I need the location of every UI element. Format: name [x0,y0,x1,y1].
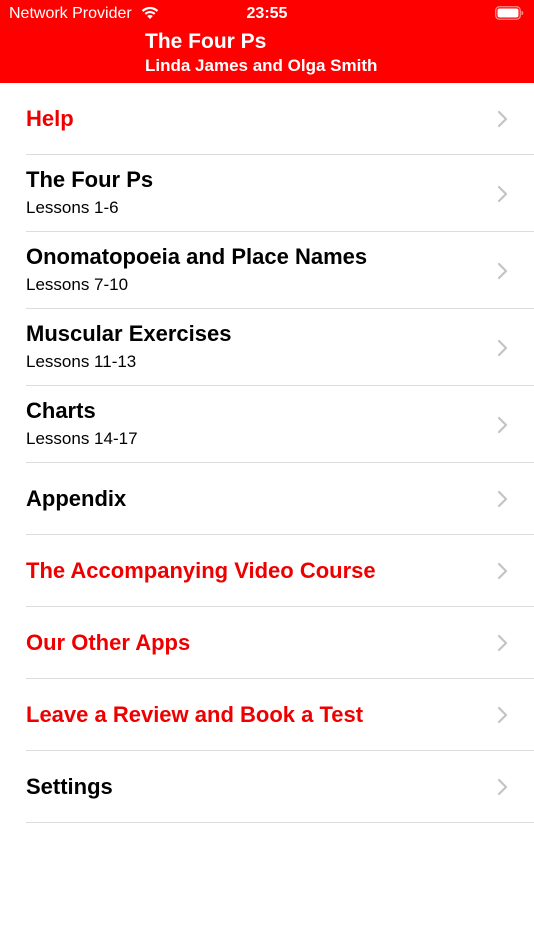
menu-item-subtitle: Lessons 7-10 [26,275,129,294]
menu-item-title: Our Other Apps [26,630,191,655]
menu-item-onomatopoeia[interactable]: Onomatopoeia and Place Names Lessons 7-1… [0,232,534,309]
chevron-right-icon [497,416,508,434]
menu-item-settings[interactable]: Settings [0,751,534,823]
chevron-right-icon [497,339,508,357]
clock: 23:55 [246,5,288,22]
chevron-right-icon [497,185,508,203]
menu-item-review-test[interactable]: Leave a Review and Book a Test [0,679,534,751]
menu-list: Help The Four Ps Lessons 1-6 Onomatopoei… [0,83,534,823]
chevron-right-icon [497,562,508,580]
navigation-header: Network Provider 23:55 The Four Ps Linda… [0,0,534,83]
menu-item-title: Help [26,106,74,131]
menu-item-help[interactable]: Help [0,83,534,155]
menu-item-the-four-ps[interactable]: The Four Ps Lessons 1-6 [0,155,534,232]
page-title: The Four Ps [145,30,267,53]
menu-item-title: Onomatopoeia and Place Names [26,244,368,269]
menu-item-title: The Four Ps [26,167,154,192]
menu-item-other-apps[interactable]: Our Other Apps [0,607,534,679]
chevron-right-icon [497,706,508,724]
menu-item-muscular-exercises[interactable]: Muscular Exercises Lessons 11-13 [0,309,534,386]
menu-item-title: Leave a Review and Book a Test [26,702,364,727]
menu-item-title: Charts [26,398,96,423]
chevron-right-icon [497,110,508,128]
menu-item-charts[interactable]: Charts Lessons 14-17 [0,386,534,463]
menu-item-title: Appendix [26,486,127,511]
menu-item-subtitle: Lessons 14-17 [26,429,138,448]
chevron-right-icon [497,262,508,280]
menu-item-subtitle: Lessons 11-13 [26,352,137,371]
menu-item-title: Settings [26,774,113,799]
menu-item-video-course[interactable]: The Accompanying Video Course [0,535,534,607]
page-subtitle: Linda James and Olga Smith [145,56,378,75]
menu-item-title: Muscular Exercises [26,321,232,346]
chevron-right-icon [497,634,508,652]
chevron-right-icon [497,778,508,796]
menu-item-title: The Accompanying Video Course [26,558,376,583]
chevron-right-icon [497,490,508,508]
status-bar: Network Provider 23:55 [0,0,534,28]
battery-icon [495,6,524,20]
menu-item-appendix[interactable]: Appendix [0,463,534,535]
menu-item-subtitle: Lessons 1-6 [26,198,119,217]
